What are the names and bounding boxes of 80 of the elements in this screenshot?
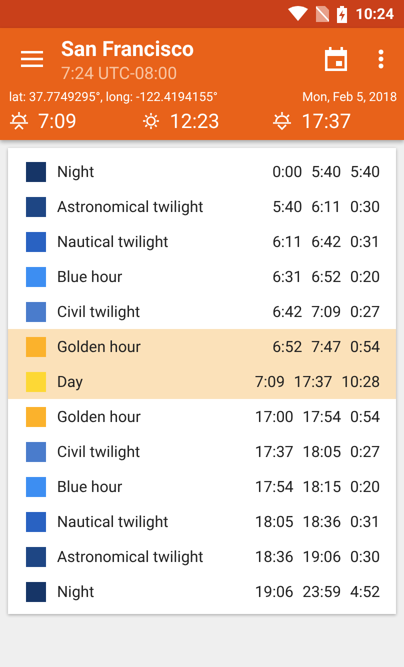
end-time: 6:52: [311, 268, 342, 286]
duration: 0:20: [350, 268, 380, 286]
battery-charging-icon: [337, 6, 348, 22]
period-row[interactable]: Civil twilight 17:37 18:05 0:27: [8, 434, 396, 469]
period-name: Civil twilight: [57, 302, 142, 320]
end-time: 7:09: [311, 302, 342, 320]
start-time: 18:05: [254, 512, 294, 530]
period-row[interactable]: Civil twilight 6:42 7:09 0:27: [8, 294, 396, 329]
sunrise-icon: [9, 111, 29, 131]
wifi-icon: [288, 6, 308, 22]
highlighted-period-row[interactable]: Golden hour 6:52 7:47 0:54: [8, 329, 396, 364]
period-name: Astronomical twilight: [57, 198, 204, 216]
end-time: 6:11: [311, 198, 342, 216]
period-name: Night: [57, 582, 96, 600]
end-time: 23:59: [302, 582, 342, 600]
period-name: Nautical twilight: [57, 232, 170, 250]
end-time: 5:40: [311, 162, 342, 180]
duration: 0:54: [350, 338, 380, 356]
duration: 0:20: [350, 478, 380, 496]
more-vertical-icon: [378, 49, 384, 69]
period-row[interactable]: Golden hour 17:00 17:54 0:54: [8, 399, 396, 434]
sunset-icon: [272, 111, 292, 131]
noon-time: 12:23: [170, 109, 220, 133]
coordinates: lat: 37.7749295°, long: -122.4194155°: [9, 90, 218, 105]
duration: 0:31: [350, 232, 380, 250]
period-name: Nautical twilight: [57, 512, 170, 530]
period-row[interactable]: Night 19:06 23:59 4:52: [8, 574, 396, 609]
start-time: 19:06: [254, 582, 294, 600]
no-sim-icon: [316, 6, 330, 22]
start-time: 7:09: [254, 372, 285, 390]
duration: 0:30: [350, 198, 380, 216]
duration: 0:54: [350, 408, 380, 426]
start-time: 17:00: [254, 408, 294, 426]
period-row[interactable]: Astronomical twilight 18:36 19:06 0:30: [8, 539, 396, 574]
start-time: 18:36: [254, 548, 294, 566]
start-time: 6:42: [272, 302, 302, 320]
period-row[interactable]: Blue hour 6:31 6:52 0:20: [8, 259, 396, 294]
date-label: Mon, Feb 5, 2018: [302, 90, 397, 105]
end-time: 6:42: [311, 232, 342, 250]
start-time: 17:54: [254, 478, 294, 496]
period-name: Astronomical twilight: [57, 548, 204, 566]
period-row[interactable]: Nautical twilight 6:11 6:42 0:31: [8, 224, 396, 259]
duration: 0:31: [350, 512, 380, 530]
period-name: Day: [57, 372, 84, 390]
period-name: Blue hour: [57, 268, 124, 286]
end-time: 18:15: [302, 478, 342, 496]
period-name: Blue hour: [57, 478, 124, 496]
duration: 4:52: [350, 582, 380, 600]
period-name: Civil twilight: [57, 442, 142, 460]
duration: 0:27: [350, 302, 380, 320]
start-time: 6:52: [272, 338, 302, 356]
period-row[interactable]: Night 0:00 5:40 5:40: [8, 154, 396, 189]
clock-time: 10:24: [355, 5, 394, 23]
start-time: 6:11: [272, 232, 302, 250]
duration: 0:27: [350, 442, 380, 460]
end-time: 17:37: [294, 372, 332, 390]
local-time: 7:24 UTC-08:00: [61, 63, 178, 85]
start-time: 0:00: [272, 162, 302, 180]
period-row[interactable]: Nautical twilight 18:05 18:36 0:31: [8, 504, 396, 539]
start-time: 6:31: [272, 268, 302, 286]
start-time: 17:37: [254, 442, 294, 460]
start-time: 5:40: [272, 198, 302, 216]
sunset-time: 17:37: [301, 109, 352, 133]
duration: 0:30: [350, 548, 380, 566]
period-row[interactable]: Astronomical twilight 5:40 6:11 0:30: [8, 189, 396, 224]
highlighted-period-row[interactable]: Day 7:09 17:37 10:28: [8, 364, 396, 399]
period-name: Night: [57, 162, 96, 180]
sunrise-time: 7:09: [38, 109, 77, 133]
period-name: Golden hour: [57, 338, 142, 356]
end-time: 18:05: [302, 442, 342, 460]
end-time: 18:36: [302, 512, 342, 530]
end-time: 7:47: [311, 338, 342, 356]
period-name: Golden hour: [57, 408, 142, 426]
city-title: San Francisco: [61, 37, 195, 63]
sun-icon: [140, 111, 161, 131]
period-row[interactable]: Blue hour 17:54 18:15 0:20: [8, 469, 396, 504]
end-time: 17:54: [302, 408, 342, 426]
end-time: 19:06: [302, 548, 342, 566]
duration: 5:40: [350, 162, 380, 180]
duration: 10:28: [341, 372, 380, 390]
